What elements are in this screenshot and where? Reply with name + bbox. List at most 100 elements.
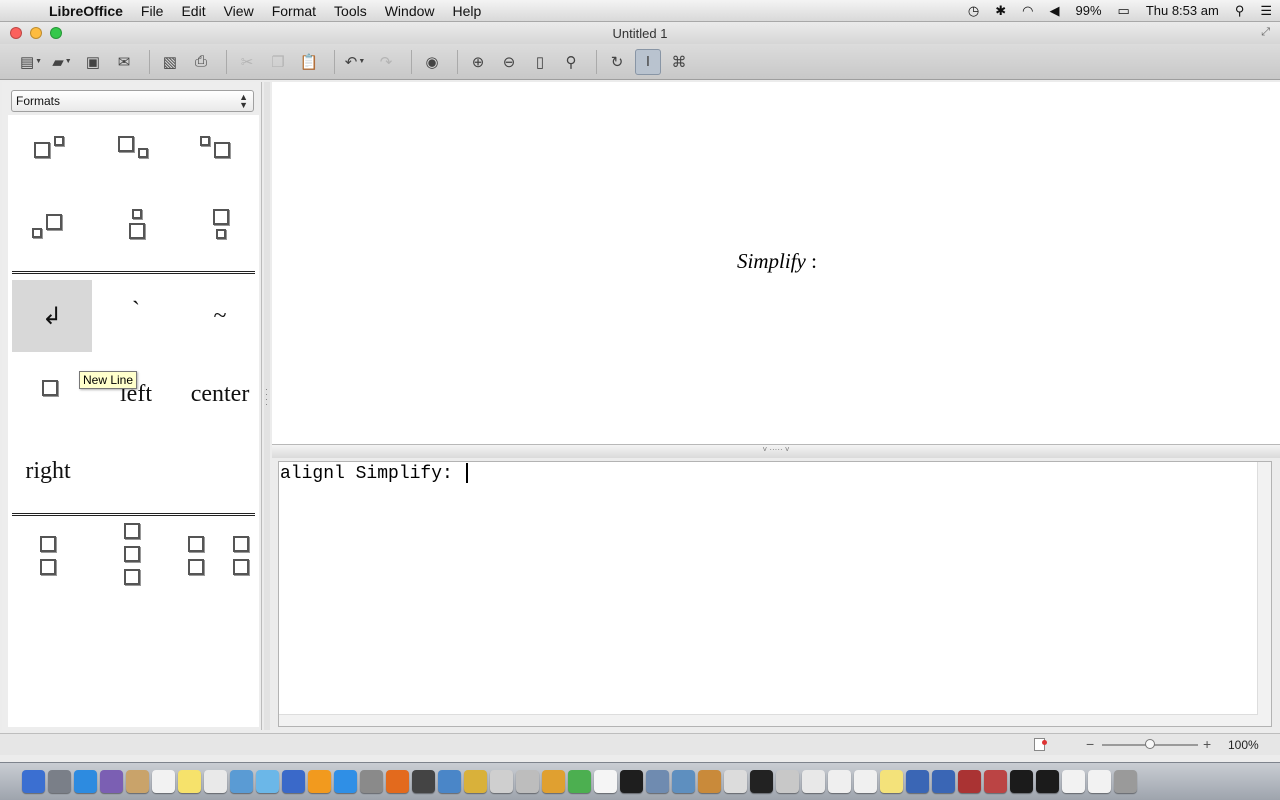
element-align-right[interactable]: right: [8, 435, 88, 507]
minimized-window-icon[interactable]: [1062, 770, 1085, 793]
minimized-window-icon[interactable]: [828, 770, 851, 793]
save-button[interactable]: ▣: [80, 49, 106, 75]
app-menu[interactable]: LibreOffice: [40, 0, 132, 22]
minimized-window-icon[interactable]: [750, 770, 773, 793]
document-icon[interactable]: [594, 770, 617, 793]
element-small-gap[interactable]: `: [96, 280, 176, 352]
document-modified-icon[interactable]: [1034, 738, 1047, 751]
close-window-button[interactable]: [10, 27, 22, 39]
zoom-100-button[interactable]: ▯: [527, 49, 553, 75]
minimized-window-icon[interactable]: [880, 770, 903, 793]
clock[interactable]: Thu 8:53 am: [1138, 3, 1227, 18]
email-button[interactable]: ✉: [111, 49, 137, 75]
calendar-icon[interactable]: [152, 770, 175, 793]
formula-cursor-button[interactable]: I: [635, 48, 661, 75]
element-left-subscript[interactable]: [12, 187, 92, 259]
element-right-superscript[interactable]: [12, 115, 92, 187]
menu-tools[interactable]: Tools: [325, 0, 376, 22]
export-pdf-button[interactable]: ▧: [157, 49, 183, 75]
app-icon[interactable]: [698, 770, 721, 793]
firefox-icon[interactable]: [386, 770, 409, 793]
bluetooth-icon[interactable]: ✱: [987, 3, 1014, 19]
menu-view[interactable]: View: [215, 0, 263, 22]
menu-format[interactable]: Format: [263, 0, 325, 22]
finder-icon[interactable]: [22, 770, 45, 793]
launchpad-icon[interactable]: [48, 770, 71, 793]
time-machine-icon[interactable]: ◷: [960, 3, 987, 19]
minimize-window-button[interactable]: [30, 27, 42, 39]
trash-icon[interactable]: [1114, 770, 1137, 793]
paste-button[interactable]: 📋: [296, 49, 322, 75]
element-above[interactable]: [96, 187, 176, 259]
minimized-window-icon[interactable]: [724, 770, 747, 793]
chrome-icon[interactable]: [568, 770, 591, 793]
new-document-button[interactable]: ▤ ▼: [18, 49, 44, 75]
element-align-left[interactable]: left: [96, 358, 176, 430]
minimized-window-icon[interactable]: [932, 770, 955, 793]
app-store-icon[interactable]: [334, 770, 357, 793]
mail-icon[interactable]: [100, 770, 123, 793]
safari-icon[interactable]: [74, 770, 97, 793]
app-icon[interactable]: [490, 770, 513, 793]
command-text-line[interactable]: alignl Simplify:: [280, 463, 468, 484]
cut-button[interactable]: ✂: [234, 49, 260, 75]
element-align-center[interactable]: center: [180, 358, 260, 430]
messages-icon[interactable]: [256, 770, 279, 793]
element-blank[interactable]: ~: [180, 280, 260, 352]
app-icon[interactable]: [464, 770, 487, 793]
volume-icon[interactable]: ◀: [1041, 3, 1067, 19]
system-preferences-icon[interactable]: [360, 770, 383, 793]
zoom-in-icon[interactable]: +: [1203, 736, 1211, 752]
app-icon[interactable]: [542, 770, 565, 793]
menu-help[interactable]: Help: [444, 0, 491, 22]
element-binom[interactable]: [8, 520, 88, 592]
element-stack[interactable]: [92, 515, 172, 587]
editor-vertical-scrollbar[interactable]: [1257, 462, 1271, 726]
zoom-percentage[interactable]: 100%: [1228, 738, 1259, 752]
spotlight-search-icon[interactable]: ⚲: [1227, 3, 1253, 19]
ibooks-icon[interactable]: [308, 770, 331, 793]
undo-button[interactable]: ↶ ▼: [342, 49, 368, 75]
formula-preview-area[interactable]: Simplify :: [272, 82, 1280, 444]
element-new-line[interactable]: ↲: [12, 280, 92, 352]
notes-icon[interactable]: [178, 770, 201, 793]
app-icon[interactable]: [516, 770, 539, 793]
reminders-icon[interactable]: [204, 770, 227, 793]
copy-button[interactable]: ❐: [265, 49, 291, 75]
minimized-window-icon[interactable]: [1088, 770, 1111, 793]
minimized-window-icon[interactable]: [906, 770, 929, 793]
element-category-select[interactable]: Formats ▲ ▼: [11, 90, 254, 112]
redo-button[interactable]: ↷: [373, 49, 399, 75]
minimized-window-icon[interactable]: [984, 770, 1007, 793]
help-button[interactable]: ◉: [419, 49, 445, 75]
minimized-window-icon[interactable]: [958, 770, 981, 793]
element-matrix[interactable]: [176, 520, 256, 592]
minimized-window-icon[interactable]: [802, 770, 825, 793]
photo-booth-icon[interactable]: [230, 770, 253, 793]
minimized-window-icon[interactable]: [776, 770, 799, 793]
element-right-subscript[interactable]: [96, 115, 176, 187]
sidebar-splitter[interactable]: · · · ·: [264, 82, 270, 730]
minimized-window-icon[interactable]: [1036, 770, 1059, 793]
element-left-superscript[interactable]: [180, 115, 260, 187]
zoom-window-button[interactable]: [50, 27, 62, 39]
symbols-button[interactable]: ⌘: [666, 49, 692, 75]
update-button[interactable]: ↻: [604, 49, 630, 75]
menu-edit[interactable]: Edit: [172, 0, 214, 22]
zoom-in-button[interactable]: ⊕: [465, 49, 491, 75]
zoom-out-icon[interactable]: −: [1086, 736, 1094, 752]
itunes-icon[interactable]: [282, 770, 305, 793]
editor-horizontal-scrollbar[interactable]: [279, 714, 1258, 726]
formula-command-editor[interactable]: alignl Simplify:: [278, 461, 1272, 727]
open-button[interactable]: ▰ ▼: [49, 49, 75, 75]
app-icon[interactable]: [438, 770, 461, 793]
menu-file[interactable]: File: [132, 0, 173, 22]
wifi-icon[interactable]: ◠: [1014, 3, 1041, 19]
terminal-icon[interactable]: [620, 770, 643, 793]
menu-window[interactable]: Window: [376, 0, 444, 22]
battery-status[interactable]: 99%: [1067, 3, 1109, 18]
minimized-window-icon[interactable]: [1010, 770, 1033, 793]
gimp-icon[interactable]: [412, 770, 435, 793]
dropdown-arrow-icon[interactable]: ▼: [35, 58, 42, 65]
zoom-out-button[interactable]: ⊖: [496, 49, 522, 75]
